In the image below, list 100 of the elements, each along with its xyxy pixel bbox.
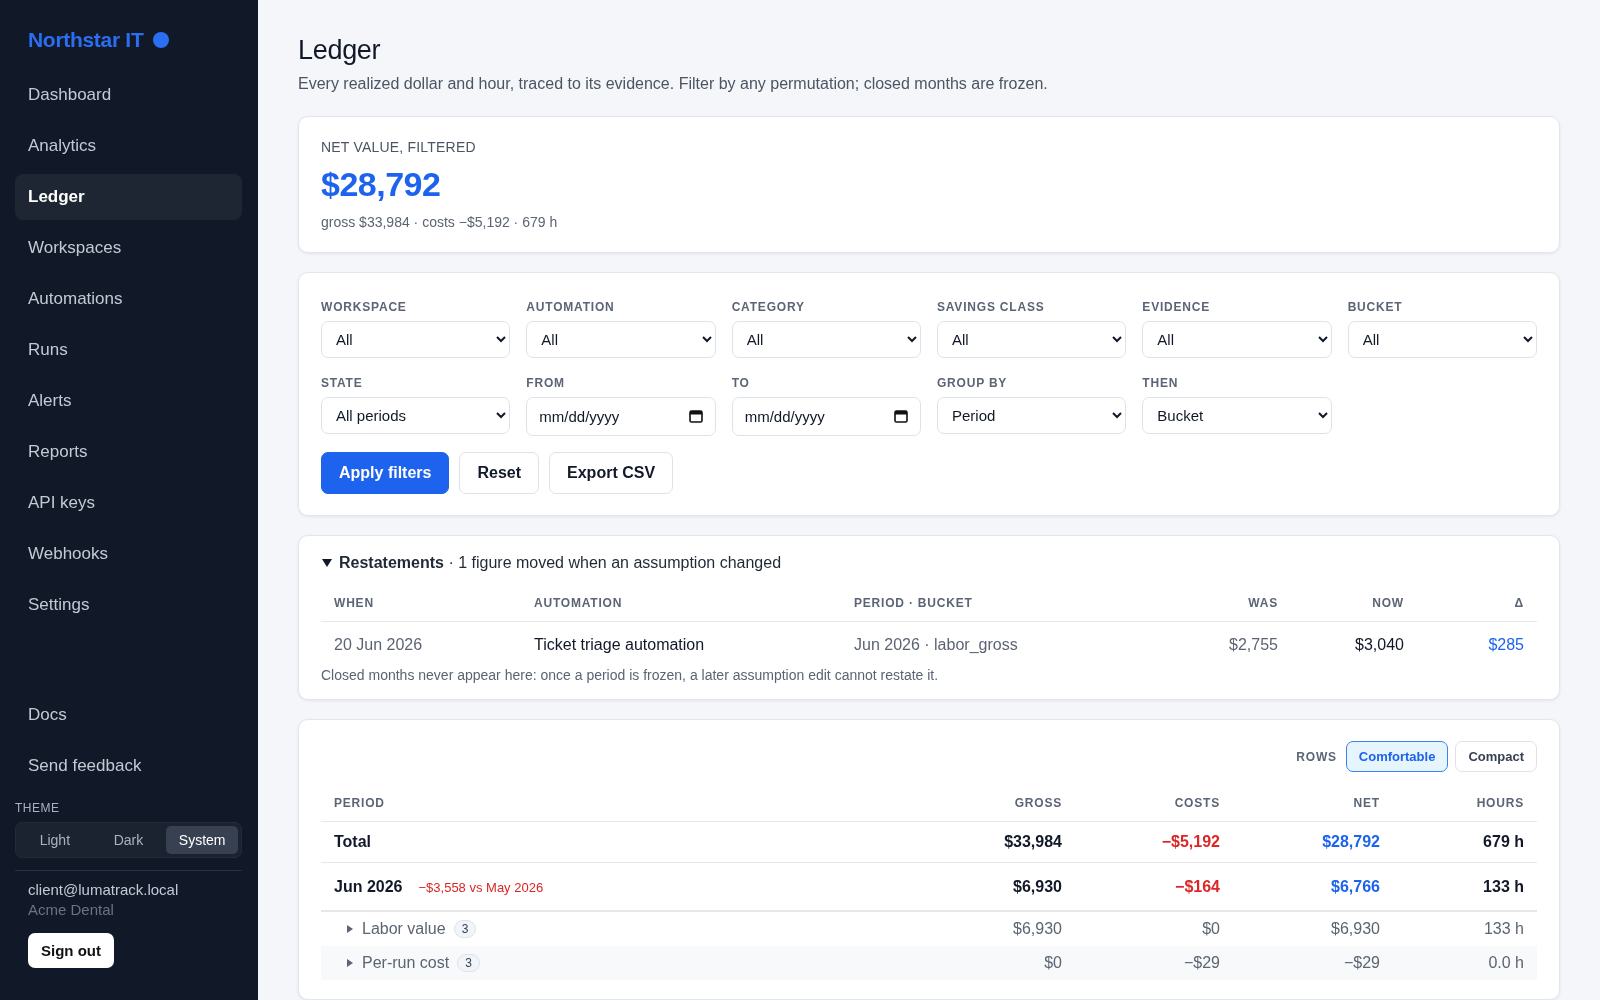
table-cell: $6,930 (1013, 920, 1062, 938)
table-cell: −$29 (1343, 954, 1380, 972)
dropdown[interactable]: All (1142, 321, 1332, 358)
table-cell: 133 h (1483, 920, 1524, 938)
row-label[interactable]: Labor value (362, 920, 446, 938)
filter-label: CATEGORY (731, 300, 806, 314)
restatement-note: Closed months never appear here: once a period is frozen, a later assumption edit cannot restate it. (321, 667, 940, 683)
count-badge: 3 (453, 920, 477, 938)
column-header: NOW (1291, 582, 1417, 622)
calendar-icon[interactable] (687, 408, 704, 424)
nav-item[interactable]: Ledger (15, 174, 242, 220)
nav-item[interactable]: API keys (15, 480, 242, 526)
table-cell: −$5,192 (1161, 833, 1220, 851)
row-label[interactable]: Per-run cost (362, 954, 450, 972)
theme-option[interactable]: Dark (92, 826, 165, 854)
table-cell: $0 (1202, 920, 1220, 938)
table-cell-text: $3,040 (1354, 635, 1405, 655)
table-cell: −$29 (1183, 954, 1220, 972)
filter-label: SAVINGS CLASS (937, 300, 1046, 314)
row-label: Total (334, 833, 372, 851)
filter-label: THEN (1142, 376, 1180, 390)
nav-item[interactable]: Settings (15, 582, 242, 628)
calendar-icon[interactable] (893, 408, 909, 424)
action-button[interactable]: Export CSV (549, 452, 674, 494)
sign-out-button[interactable]: Sign out (28, 933, 114, 968)
brand-name[interactable]: Northstar IT (28, 28, 144, 52)
table-cell: 679 h (1483, 833, 1524, 851)
table-cell-text: Ticket triage automation (533, 635, 706, 655)
column-header: PERIOD · BUCKET (841, 582, 1151, 622)
action-button[interactable]: Reset (459, 452, 540, 494)
theme-option[interactable]: Light (19, 826, 91, 854)
filter-label: FROM (526, 376, 566, 390)
table-cell: $6,930 (1013, 878, 1062, 896)
theme-option[interactable]: System (166, 826, 238, 854)
table-cell: $6,930 (1331, 920, 1380, 938)
filter-label: EVIDENCE (1142, 300, 1212, 314)
column-header: GROSS (915, 782, 1075, 822)
filter-label: GROUP BY (937, 376, 1009, 390)
nav-item[interactable]: Runs (15, 327, 242, 373)
table-cell: $6,766 (1331, 878, 1380, 896)
disclosure-triangle-icon[interactable] (321, 557, 333, 569)
table-cell: $33,984 (1004, 833, 1062, 851)
dropdown[interactable]: All (321, 321, 511, 358)
nav-item[interactable]: Send feedback (15, 743, 242, 789)
summary-detail: gross $33,984 · costs −$5,192 · 679 h (321, 214, 559, 230)
density-label: ROWS (1296, 749, 1337, 764)
nav-item[interactable]: Workspaces (15, 225, 242, 271)
density-option[interactable]: Comfortable (1345, 741, 1449, 772)
organization-name: Acme Dental (27, 900, 115, 918)
nav-item[interactable]: Dashboard (15, 72, 242, 118)
filter-label: WORKSPACE (321, 300, 408, 314)
comparison-note: −$3,558 vs May 2026 (418, 879, 544, 895)
table-cell-text: 20 Jun 2026 (333, 635, 424, 655)
filter-label: BUCKET (1347, 300, 1404, 314)
nav-item[interactable]: Analytics (15, 123, 242, 169)
nav-item[interactable]: Alerts (15, 378, 242, 424)
section-heading[interactable]: Restatements · 1 figure moved when an assumption changed (339, 554, 782, 572)
page-title: Ledger (298, 35, 382, 66)
column-header: NET (1233, 782, 1393, 822)
count-badge: 3 (457, 954, 480, 972)
nav-item[interactable]: Reports (15, 429, 242, 475)
expand-triangle-icon[interactable] (346, 959, 354, 967)
column-header: PERIOD (321, 782, 915, 822)
nav-item[interactable]: Webhooks (15, 531, 242, 577)
table-cell: $0 (1044, 954, 1062, 972)
filter-label: TO (731, 376, 751, 390)
table-cell: −$164 (1175, 878, 1220, 896)
page-subtitle: Every realized dollar and hour, traced to its evidence. Filter by any permutation; closed months are frozen. (298, 75, 1049, 93)
nav-item[interactable]: Docs (15, 692, 242, 738)
dropdown[interactable]: All (937, 321, 1127, 358)
table-cell: 133 h (1483, 878, 1524, 896)
filter-label: AUTOMATION (526, 300, 616, 314)
table-cell: $28,792 (1322, 833, 1380, 851)
dropdown[interactable]: Bucket (1142, 397, 1332, 434)
density-option[interactable]: Compact (1455, 741, 1537, 772)
dropdown[interactable]: All (1347, 321, 1537, 358)
table-cell-text: $285 (1487, 635, 1525, 655)
dropdown[interactable]: All periods (321, 397, 511, 434)
column-header: WHEN (321, 582, 521, 622)
net-value: $28,792 (321, 165, 442, 204)
dropdown[interactable]: All (731, 321, 921, 358)
nav-item[interactable]: Automations (15, 276, 242, 322)
dropdown[interactable]: All (526, 321, 716, 358)
column-header: AUTOMATION (521, 582, 841, 622)
expand-triangle-icon[interactable] (346, 925, 354, 933)
theme-label: THEME (15, 801, 61, 815)
column-header: COSTS (1075, 782, 1233, 822)
dropdown[interactable]: Period (937, 397, 1127, 434)
action-button[interactable]: Apply filters (321, 452, 450, 494)
table-cell: 0.0 h (1488, 954, 1524, 972)
column-header: Δ (1417, 582, 1537, 622)
account-email: client@lumatrack.local (27, 881, 180, 898)
date-field[interactable]: mm/dd/yyyy (731, 397, 921, 436)
date-field[interactable]: mm/dd/yyyy (526, 397, 716, 436)
column-header: WAS (1151, 582, 1291, 622)
filter-label: STATE (321, 376, 364, 390)
status-dot (153, 32, 170, 48)
table-cell-text: Jun 2026 · labor_gross (853, 635, 1019, 655)
column-header: HOURS (1393, 782, 1537, 822)
row-label: Jun 2026 (334, 878, 403, 896)
